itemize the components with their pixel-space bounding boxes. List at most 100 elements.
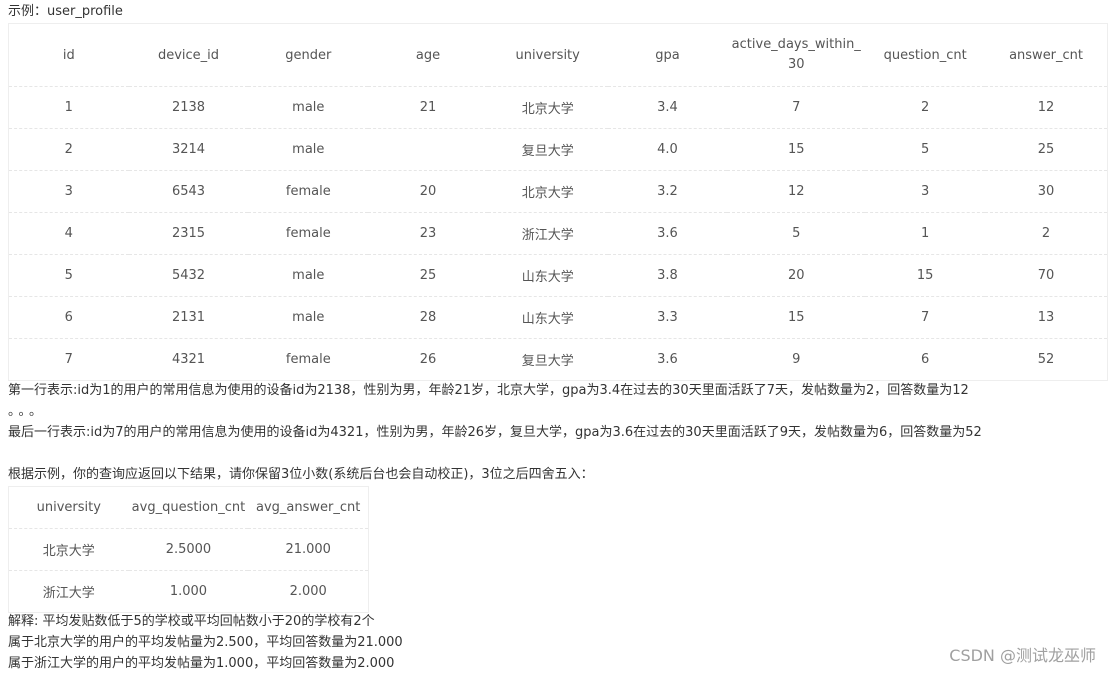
result-header-avg-question-cnt: avg_question_cnt [128,486,249,529]
cell-active-days: 5 [727,212,866,255]
cell-id: 1 [8,86,129,129]
cell-age: 28 [368,296,488,339]
cell-university: 北京大学 [487,86,608,129]
cell-id: 3 [8,170,129,213]
cell-active-days: 12 [727,170,866,213]
column-header-device-id: device_id [128,23,249,87]
cell-id: 2 [8,128,129,171]
cell-device-id: 5432 [128,254,249,297]
cell-id: 5 [8,254,129,297]
column-header-answer-cnt: answer_cnt [985,23,1108,87]
cell-age: 20 [368,170,488,213]
note-first-row: 第一行表示:id为1的用户的常用信息为使用的设备id为2138，性别为男，年龄2… [8,383,969,398]
result-cell-avg-answer-cnt: 2.000 [248,570,369,613]
cell-gpa: 3.8 [607,254,728,297]
column-header-gpa: gpa [607,23,728,87]
cell-device-id: 6543 [128,170,249,213]
result-header-university: university [8,486,129,529]
cell-age: 25 [368,254,488,297]
column-header-university: university [487,23,608,87]
cell-answer-cnt: 13 [985,296,1108,339]
table-row: 5 5432 male 25 山东大学 3.8 20 15 70 [8,254,1108,297]
cell-active-days: 15 [727,296,866,339]
cell-device-id: 3214 [128,128,249,171]
cell-question-cnt: 7 [865,296,986,339]
cell-answer-cnt: 12 [985,86,1108,129]
explanation-text: 解释: 平均发贴数低于5的学校或平均回帖数小于20的学校有2个 [8,614,375,629]
cell-gpa: 3.6 [607,338,728,381]
explanation-pku: 属于北京大学的用户的平均发帖量为2.500，平均回答数量为21.000 [8,635,403,650]
cell-gpa: 3.6 [607,212,728,255]
cell-answer-cnt: 52 [985,338,1108,381]
cell-question-cnt: 15 [865,254,986,297]
column-header-question-cnt: question_cnt [865,23,986,87]
table-row: 4 2315 female 23 浙江大学 3.6 5 1 2 [8,212,1108,255]
cell-answer-cnt: 2 [985,212,1108,255]
cell-active-days: 20 [727,254,866,297]
table-row: 6 2131 male 28 山东大学 3.3 15 7 13 [8,296,1108,339]
cell-university: 复旦大学 [487,338,608,381]
result-cell-university: 北京大学 [8,528,129,571]
table-row: 2 3214 male 复旦大学 4.0 15 5 25 [8,128,1108,171]
cell-gender: male [248,86,369,129]
column-header-age: age [368,23,488,87]
cell-gpa: 3.2 [607,170,728,213]
cell-gpa: 3.3 [607,296,728,339]
result-table: university avg_question_cnt avg_answer_c… [8,486,369,613]
cell-question-cnt: 1 [865,212,986,255]
cell-id: 4 [8,212,129,255]
column-header-gender: gender [248,23,369,87]
cell-answer-cnt: 70 [985,254,1108,297]
result-cell-avg-answer-cnt: 21.000 [248,528,369,571]
cell-gpa: 4.0 [607,128,728,171]
column-header-active-days-label: active_days_within_30 [731,37,861,72]
cell-age: 21 [368,86,488,129]
result-row: 浙江大学 1.000 2.000 [8,570,369,613]
table-header-row: id device_id gender age university gpa a… [8,23,1108,87]
cell-device-id: 2131 [128,296,249,339]
cell-gender: male [248,254,369,297]
cell-university: 山东大学 [487,254,608,297]
cell-active-days: 7 [727,86,866,129]
column-header-id: id [8,23,129,87]
cell-gender: female [248,338,369,381]
column-header-active-days: active_days_within_30 [727,23,866,87]
instruction-text: 根据示例，你的查询应返回以下结果，请你保留3位小数(系统后台也会自动校正)，3位… [8,467,594,482]
cell-gender: female [248,170,369,213]
table-row: 1 2138 male 21 北京大学 3.4 7 2 12 [8,86,1108,129]
cell-question-cnt: 5 [865,128,986,171]
cell-active-days: 15 [727,128,866,171]
cell-university: 北京大学 [487,170,608,213]
result-header-avg-answer-cnt: avg_answer_cnt [248,486,369,529]
cell-device-id: 2315 [128,212,249,255]
cell-university: 复旦大学 [487,128,608,171]
cell-device-id: 4321 [128,338,249,381]
ellipsis: 。。。 [8,404,47,419]
cell-age: 26 [368,338,488,381]
cell-university: 浙江大学 [487,212,608,255]
cell-device-id: 2138 [128,86,249,129]
table-row: 3 6543 female 20 北京大学 3.2 12 3 30 [8,170,1108,213]
cell-active-days: 9 [727,338,866,381]
cell-gender: male [248,296,369,339]
cell-question-cnt: 2 [865,86,986,129]
cell-age: 23 [368,212,488,255]
note-last-row: 最后一行表示:id为7的用户的常用信息为使用的设备id为4321，性别为男，年龄… [8,425,982,440]
cell-age [368,128,488,171]
cell-answer-cnt: 25 [985,128,1108,171]
csdn-watermark: CSDN @测试龙巫师 [949,646,1096,665]
explanation-zju: 属于浙江大学的用户的平均发帖量为1.000，平均回答数量为2.000 [8,656,395,671]
table-row: 7 4321 female 26 复旦大学 3.6 9 6 52 [8,338,1108,381]
result-row: 北京大学 2.5000 21.000 [8,528,369,571]
result-cell-university: 浙江大学 [8,570,129,613]
cell-gpa: 3.4 [607,86,728,129]
example-label: 示例：user_profile [8,4,123,19]
cell-id: 7 [8,338,129,381]
cell-answer-cnt: 30 [985,170,1108,213]
cell-gender: female [248,212,369,255]
cell-gender: male [248,128,369,171]
user-profile-table: id device_id gender age university gpa a… [8,23,1108,381]
cell-id: 6 [8,296,129,339]
result-cell-avg-question-cnt: 2.5000 [128,528,249,571]
cell-question-cnt: 3 [865,170,986,213]
